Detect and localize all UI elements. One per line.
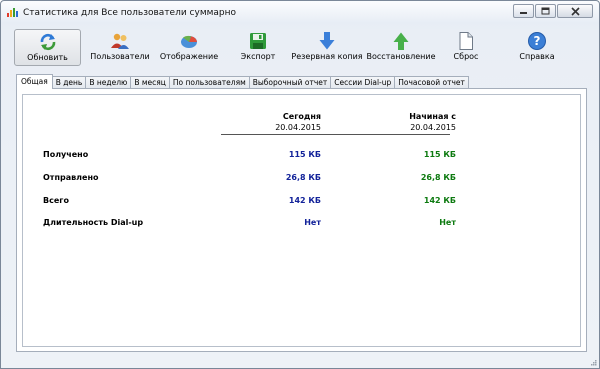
arrow-down-icon (319, 32, 335, 50)
backup-button[interactable]: Резервная копия (291, 29, 363, 66)
title-bar[interactable]: Статистика для Все пользователи суммарно (1, 1, 599, 25)
sent-today-value: 26,8 КБ (285, 173, 321, 182)
refresh-button[interactable]: Обновить (14, 29, 81, 66)
window-title: Статистика для Все пользователи суммарно (23, 8, 237, 18)
row-label-received: Получено (43, 150, 89, 159)
received-today-value: 115 КБ (288, 150, 321, 159)
row-label-total: Всего (43, 196, 69, 205)
reset-label: Сброс (453, 52, 479, 61)
chart-app-icon (7, 8, 18, 17)
refresh-label: Обновить (27, 53, 68, 62)
users-label: Пользователи (90, 52, 150, 61)
save-icon (250, 33, 266, 49)
dialup-today-value: Нет (304, 218, 321, 227)
restore-label: Восстановление (366, 52, 436, 61)
display-label: Отображение (159, 52, 219, 61)
tab-general[interactable]: Общая (16, 74, 53, 89)
row-label-sent: Отправлено (43, 173, 99, 182)
tab-bar: Общая В день В неделю В месяц По пользов… (16, 74, 469, 89)
minimize-button[interactable] (513, 4, 534, 18)
users-button[interactable]: Пользователи (86, 29, 154, 66)
minimize-icon (520, 12, 527, 14)
help-button[interactable]: ? Справка (517, 29, 557, 66)
reset-button[interactable]: Сброс (446, 29, 486, 66)
users-icon (111, 33, 129, 49)
backup-label: Резервная копия (291, 52, 363, 61)
column-header-today: Сегодня (282, 112, 321, 121)
document-icon (459, 32, 473, 50)
display-button[interactable]: Отображение (157, 29, 221, 66)
summary-table: Сегодня 20.04.2015 Начиная с 20.04.2015 … (22, 94, 581, 347)
maximize-button[interactable] (535, 4, 556, 18)
close-icon (570, 6, 580, 16)
export-label: Экспорт (240, 52, 276, 61)
maximize-icon (541, 7, 550, 15)
toolbar: Обновить Пользователи Отображение Экспор… (11, 29, 591, 67)
tab-panel: Сегодня 20.04.2015 Начиная с 20.04.2015 … (16, 88, 587, 352)
help-icon: ? (528, 32, 546, 50)
arrow-up-icon (393, 32, 409, 50)
column-date-since: 20.04.2015 (410, 123, 456, 132)
close-button[interactable] (557, 4, 593, 18)
column-date-today: 20.04.2015 (275, 123, 321, 132)
received-since-value: 115 КБ (423, 150, 456, 159)
svg-text:?: ? (534, 34, 541, 48)
restore-button[interactable]: Восстановление (366, 29, 436, 66)
resize-grip-icon[interactable] (589, 358, 597, 366)
total-since-value: 142 КБ (423, 196, 456, 205)
display-icon (181, 35, 197, 48)
refresh-icon (40, 33, 55, 51)
dialup-since-value: Нет (439, 218, 456, 227)
export-button[interactable]: Экспорт (233, 29, 283, 66)
total-today-value: 142 КБ (288, 196, 321, 205)
column-header-since: Начиная с (409, 112, 456, 121)
help-label: Справка (519, 52, 555, 61)
sent-since-value: 26,8 КБ (420, 173, 456, 182)
row-label-dialup-duration: Длительность Dial-up (43, 218, 144, 227)
header-divider (221, 134, 450, 135)
app-window: Статистика для Все пользователи суммарно… (0, 0, 600, 369)
